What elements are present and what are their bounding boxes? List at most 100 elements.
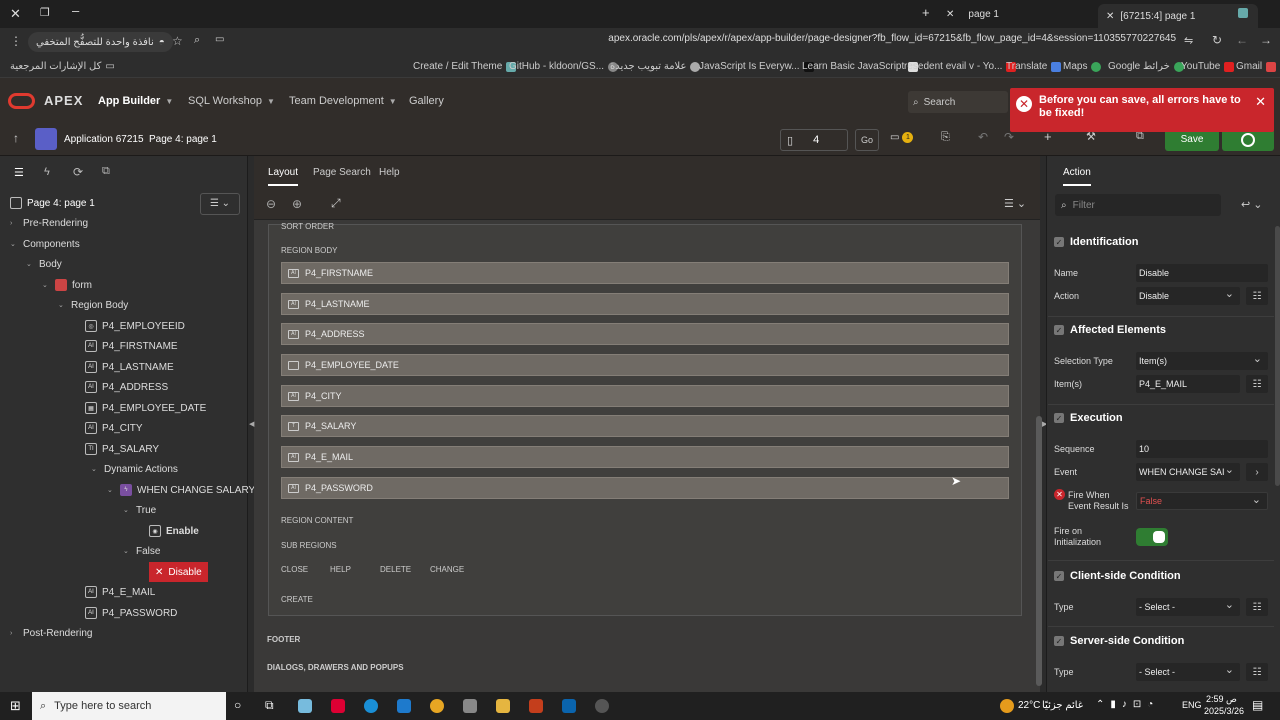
tree-node[interactable]: AI P4_CITY	[85, 418, 143, 438]
task-view-icon[interactable]: ⧉	[265, 698, 274, 713]
tab-active-page[interactable]: ✕ [67215:4] page 1	[1098, 4, 1258, 28]
client-type-select[interactable]: - Select -	[1136, 598, 1240, 616]
go-to-group-icon[interactable]: ↩ ⌄	[1241, 198, 1263, 211]
redo-icon[interactable]: ↷	[1004, 130, 1014, 144]
zoom-out-icon[interactable]: ⊖	[266, 197, 276, 211]
tree-node[interactable]: ◎ P4_EMPLOYEEID	[85, 316, 185, 336]
bookmark-item[interactable]: Learn Basic JavaScript	[802, 61, 919, 72]
selection-type-select[interactable]: Item(s)	[1136, 352, 1268, 370]
tray-icons[interactable]: ⌃▮♪⊡◔	[1096, 699, 1159, 710]
oracle-logo-icon[interactable]	[8, 93, 35, 109]
app-icon[interactable]	[298, 699, 312, 713]
layout-item[interactable]: AI P4_E_MAIL	[281, 446, 1009, 468]
new-tab-icon[interactable]: +	[922, 5, 930, 20]
bookmark-item[interactable]: Maps	[1063, 61, 1102, 72]
tree-node[interactable]: AI P4_FIRSTNAME	[85, 336, 178, 356]
tree-node[interactable]: ▦ P4_EMPLOYEE_DATE	[85, 398, 206, 418]
expand-icon[interactable]: ⌄	[42, 281, 50, 289]
expand-icon[interactable]: ⌄	[58, 301, 66, 309]
forward-icon[interactable]: ←	[1236, 33, 1248, 47]
layout-item[interactable]: T P4_SALARY	[281, 415, 1009, 437]
rendering-tab-icon[interactable]: ☰	[14, 166, 24, 179]
tree-node[interactable]: ⌄ False	[123, 541, 160, 561]
name-field[interactable]: Disable	[1136, 264, 1268, 282]
change-slot[interactable]: CHANGE	[430, 565, 464, 579]
nav-sql-workshop[interactable]: SQL Workshop ▼	[188, 95, 275, 107]
save-button[interactable]: Save	[1165, 129, 1219, 151]
nav-team-development[interactable]: Team Development ▼	[289, 95, 397, 107]
close-slot[interactable]: CLOSE	[281, 565, 308, 579]
tree-node[interactable]: TI P4_SALARY	[85, 439, 159, 459]
action-select[interactable]: Disable	[1136, 287, 1240, 305]
cast-icon[interactable]: ▭	[215, 34, 224, 45]
powerpoint-icon[interactable]	[529, 699, 543, 713]
bookmark-item[interactable]: JavaScript Is Everyw...	[699, 61, 814, 72]
property-scrollbar[interactable]	[1275, 226, 1280, 486]
undo-icon[interactable]: ↶	[978, 130, 988, 144]
client-list-button[interactable]: ☷	[1246, 598, 1268, 616]
bookmark-item[interactable]: Gmail	[1236, 61, 1277, 72]
bookmark-item[interactable]: GitHub - kldoon/GS...	[509, 61, 619, 72]
bookmark-item[interactable]: Translate	[1006, 61, 1062, 72]
section-server-condition[interactable]: ✓ Server-side Condition	[1054, 635, 1184, 647]
bookmark-item[interactable]: Create / Edit Theme	[413, 61, 517, 72]
file-explorer-icon[interactable]	[496, 699, 510, 713]
expand-icon[interactable]: ⌄	[91, 465, 99, 473]
tree-menu-button[interactable]: ☰ ⌄	[200, 193, 240, 215]
input-language[interactable]: ENG	[1182, 700, 1202, 710]
all-bookmarks[interactable]: كل الإشارات المرجعية ▭	[10, 61, 115, 72]
tree-node[interactable]: AI P4_E_MAIL	[85, 582, 155, 602]
server-type-select[interactable]: - Select -	[1136, 663, 1240, 681]
center-scrollbar[interactable]	[1036, 416, 1042, 686]
expand-icon[interactable]: ⌄	[10, 240, 18, 248]
tab-close-icon[interactable]: ✕	[1106, 11, 1114, 22]
property-filter-input[interactable]: ⌕ Filter	[1055, 194, 1221, 216]
nav-gallery[interactable]: Gallery	[409, 95, 444, 107]
tree-node[interactable]: ◉ Enable	[149, 521, 199, 541]
tree-node[interactable]: ✕ Disable	[149, 562, 208, 582]
server-list-button[interactable]: ☷	[1246, 663, 1268, 681]
tree-node[interactable]: › Pre-Rendering	[10, 213, 88, 233]
expand-icon[interactable]: ⌄	[107, 486, 115, 494]
items-list-button[interactable]: ☷	[1246, 375, 1268, 393]
menu-dots-icon[interactable]: ⋮	[10, 34, 22, 48]
page-selector[interactable]: ▯ 4	[780, 129, 848, 151]
zoom-in-icon[interactable]: ⊕	[292, 197, 302, 211]
weather-temp[interactable]: 22°C	[1018, 700, 1040, 711]
notifications-icon[interactable]: ▤	[1252, 698, 1263, 712]
tab-layout[interactable]: Layout	[268, 167, 299, 186]
tree-node[interactable]: ⌄ Components	[10, 234, 80, 254]
obs-icon[interactable]	[595, 699, 609, 713]
expand-icon[interactable]: ⤢	[331, 196, 341, 211]
layout-item[interactable]: AI P4_CITY	[281, 385, 1009, 407]
close-window-icon[interactable]: ✕	[10, 6, 21, 22]
taskbar-search-input[interactable]: ⌕ Type here to search	[32, 692, 226, 720]
layout-item[interactable]: AI P4_LASTNAME	[281, 293, 1009, 315]
section-client-condition[interactable]: ✓ Client-side Condition	[1054, 570, 1181, 582]
help-slot[interactable]: HELP	[330, 565, 351, 579]
lock-icon[interactable]: ⎘	[941, 131, 950, 144]
nav-app-builder[interactable]: App Builder ▼	[98, 95, 173, 107]
reload-icon[interactable]: ↻	[1212, 33, 1222, 47]
tree-node[interactable]: ⌄ ϟ WHEN CHANGE SALARY	[107, 480, 255, 500]
expand-icon[interactable]: ›	[10, 220, 18, 227]
minimize-window-icon[interactable]: –	[72, 3, 79, 18]
clock-time[interactable]: 2:59 ص	[1206, 694, 1237, 705]
bookmark-item[interactable]: YouTube	[1181, 61, 1235, 72]
page-breadcrumb[interactable]: Page 4: page 1	[149, 134, 217, 145]
apex-logo[interactable]: APEX	[44, 93, 83, 108]
go-button[interactable]: Go	[855, 129, 879, 151]
tab-page-1[interactable]: ✕ page 1	[946, 4, 1115, 24]
store-icon[interactable]	[463, 699, 477, 713]
tree-node[interactable]: AI P4_ADDRESS	[85, 377, 168, 397]
windows-start-icon[interactable]: ⊞	[10, 698, 21, 714]
messages-button[interactable]: ▭ 1	[890, 132, 914, 143]
back-icon[interactable]: →	[1260, 33, 1272, 47]
tree-node[interactable]: ⌄ form	[42, 275, 92, 295]
collapse-left-icon[interactable]: ◀	[249, 420, 254, 428]
sequence-field[interactable]: 10	[1136, 440, 1268, 458]
layout-item[interactable]: AI P4_PASSWORD	[281, 477, 1009, 499]
tree-node[interactable]: AI P4_PASSWORD	[85, 603, 177, 623]
tab-close-icon[interactable]: ✕	[946, 9, 954, 20]
tab-page-search[interactable]: Page Search	[313, 167, 371, 178]
